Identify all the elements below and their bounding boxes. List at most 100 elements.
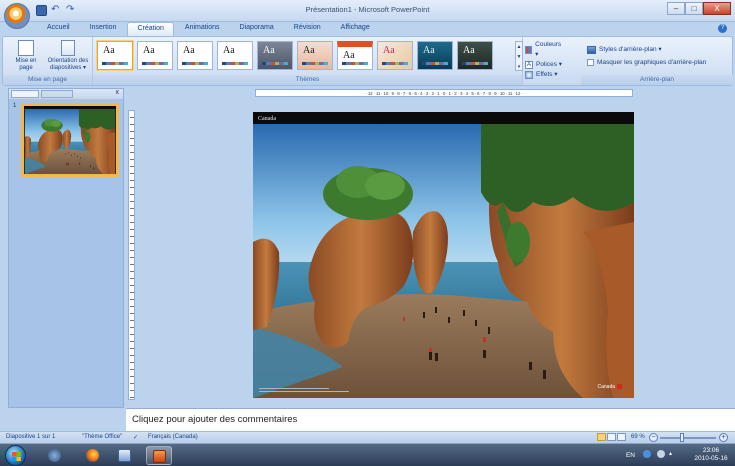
tab-insertion[interactable]: Insertion (81, 22, 126, 36)
orientation-label-2: diapositives ▾ (49, 65, 87, 71)
minimize-button[interactable]: – (667, 2, 685, 15)
clock[interactable]: 23:06 2010-05-16 (691, 447, 731, 463)
group-themes: Aa Aa Aa Aa Aa Aa Aa Aa Aa Aa ▲ ▼ ▾ Couleu… (93, 37, 562, 85)
tab-outline[interactable] (41, 90, 73, 98)
slide-number: 1 (13, 103, 17, 109)
language-indicator[interactable]: EN (626, 452, 635, 459)
tab-diaporama[interactable]: Diaporama (231, 22, 283, 36)
zoom-out-button[interactable]: − (649, 433, 658, 442)
theme-8[interactable]: Aa (377, 41, 413, 70)
zoom-in-button[interactable]: + (719, 433, 728, 442)
clock-date: 2010-05-16 (694, 455, 728, 462)
tab-slides[interactable] (11, 90, 39, 98)
theme-sample-text: Aa (463, 45, 475, 56)
tab-creation[interactable]: Création (127, 22, 174, 36)
theme-sample-text: Aa (263, 45, 275, 56)
theme-4[interactable]: Aa (217, 41, 253, 70)
status-theme[interactable]: "Thème Office" (82, 434, 122, 440)
slide-thumbnail[interactable] (21, 103, 119, 177)
taskbar-app-1[interactable] (42, 446, 68, 465)
ribbon-tabs: Accueil Insertion Création Animations Di… (38, 22, 379, 36)
colors-label: Couleurs ▾ (535, 41, 562, 58)
volume-icon[interactable]: ▴ (669, 450, 677, 458)
slide-photo (253, 112, 634, 398)
group-page-setup: Mise en page Orientation des diapositive… (3, 37, 93, 85)
zoom-slider[interactable] (660, 437, 716, 439)
maple-leaf-icon (617, 384, 622, 390)
background-styles-label: Styles d'arrière-plan ▾ (599, 46, 662, 53)
slide-sorter-button[interactable] (607, 433, 616, 441)
checkbox-icon (587, 59, 594, 66)
powerpoint-icon (153, 450, 166, 463)
title-bar: ↶ ↷ Présentation1 - Microsoft PowerPoint… (0, 0, 735, 29)
firefox-icon (86, 449, 99, 462)
theme-9[interactable]: Aa (417, 41, 453, 70)
theme-7[interactable]: Aa (337, 41, 373, 70)
taskbar-explorer[interactable] (112, 446, 138, 465)
slides-panel: x 1 (8, 88, 124, 408)
notes-pane[interactable]: Cliquez pour ajouter des commentaires (126, 408, 735, 431)
hide-graphics-label: Masquer les graphiques d'arrière-plan (597, 59, 707, 66)
status-language[interactable]: Français (Canada) (148, 434, 198, 440)
logo-text: Canada (597, 384, 615, 390)
background-styles-icon (587, 45, 596, 54)
page-setup-button[interactable]: Mise en page (5, 40, 47, 72)
theme-10[interactable]: Aa (457, 41, 493, 70)
zoom-level[interactable]: 69 % (631, 434, 645, 440)
hide-background-graphics-checkbox[interactable]: Masquer les graphiques d'arrière-plan (587, 56, 706, 69)
tab-animations[interactable]: Animations (176, 22, 229, 36)
slide-credit (259, 388, 379, 392)
taskbar-powerpoint[interactable] (146, 446, 172, 465)
theme-3[interactable]: Aa (177, 41, 213, 70)
zoom-slider-thumb[interactable] (680, 433, 684, 442)
colors-button[interactable]: Couleurs ▾ (525, 40, 562, 60)
group-label-page-setup: Mise en page (3, 75, 92, 85)
theme-office[interactable]: Aa (97, 41, 133, 70)
app-icon-1 (48, 449, 61, 462)
group-label-themes: Thèmes (93, 75, 522, 85)
help-icon[interactable]: ? (718, 24, 727, 33)
background-options: Styles d'arrière-plan ▾ Masquer les grap… (587, 43, 706, 69)
tab-revision[interactable]: Révision (285, 22, 330, 36)
theme-sample-text: Aa (223, 45, 235, 56)
spellcheck-icon[interactable]: ✓ (133, 434, 138, 441)
window-title: Présentation1 - Microsoft PowerPoint (305, 5, 430, 14)
taskbar: EN ▴ 23:06 2010-05-16 (0, 443, 735, 466)
themes-scroll[interactable]: ▲ ▼ ▾ (515, 41, 523, 71)
ribbon: Mise en page Orientation des diapositive… (2, 36, 733, 86)
start-button[interactable] (5, 445, 26, 466)
close-button[interactable]: X (703, 2, 731, 15)
theme-5[interactable]: Aa (257, 41, 293, 70)
fonts-icon: A (525, 61, 533, 69)
taskbar-firefox[interactable] (80, 446, 106, 465)
close-panel-icon[interactable]: x (116, 89, 120, 96)
effects-button[interactable]: Effets ▾ (525, 70, 562, 80)
theme-options: Couleurs ▾ A Polices ▾ Effets ▾ (525, 40, 562, 80)
colors-icon (525, 46, 533, 54)
theme-sample-text: Aa (423, 45, 435, 56)
fonts-button[interactable]: A Polices ▾ (525, 60, 562, 70)
slide-caption: Canada (258, 116, 276, 122)
windows-flag-icon (12, 452, 21, 461)
group-label-background: Arrière-plan (581, 75, 733, 85)
explorer-icon (118, 449, 131, 462)
network-icon[interactable] (657, 450, 665, 458)
tab-accueil[interactable]: Accueil (38, 22, 79, 36)
slide-canvas[interactable]: Canada Canada (253, 112, 634, 398)
help-tray-icon[interactable] (643, 450, 651, 458)
vertical-ruler (128, 110, 135, 400)
office-button[interactable] (4, 3, 30, 29)
themes-gallery: Aa Aa Aa Aa Aa Aa Aa Aa Aa Aa (97, 41, 493, 70)
theme-sample-text: Aa (343, 50, 355, 61)
view-buttons (597, 433, 626, 441)
background-styles-button[interactable]: Styles d'arrière-plan ▾ (587, 43, 706, 56)
group-background: Styles d'arrière-plan ▾ Masquer les grap… (581, 37, 733, 85)
slideshow-button[interactable] (617, 433, 626, 441)
slide-orientation-button[interactable]: Orientation des diapositives ▾ (47, 40, 89, 72)
normal-view-button[interactable] (597, 433, 606, 441)
maximize-button[interactable]: □ (685, 2, 703, 15)
tab-affichage[interactable]: Affichage (332, 22, 379, 36)
theme-6[interactable]: Aa (297, 41, 333, 70)
theme-2[interactable]: Aa (137, 41, 173, 70)
theme-sample-text: Aa (383, 45, 395, 56)
